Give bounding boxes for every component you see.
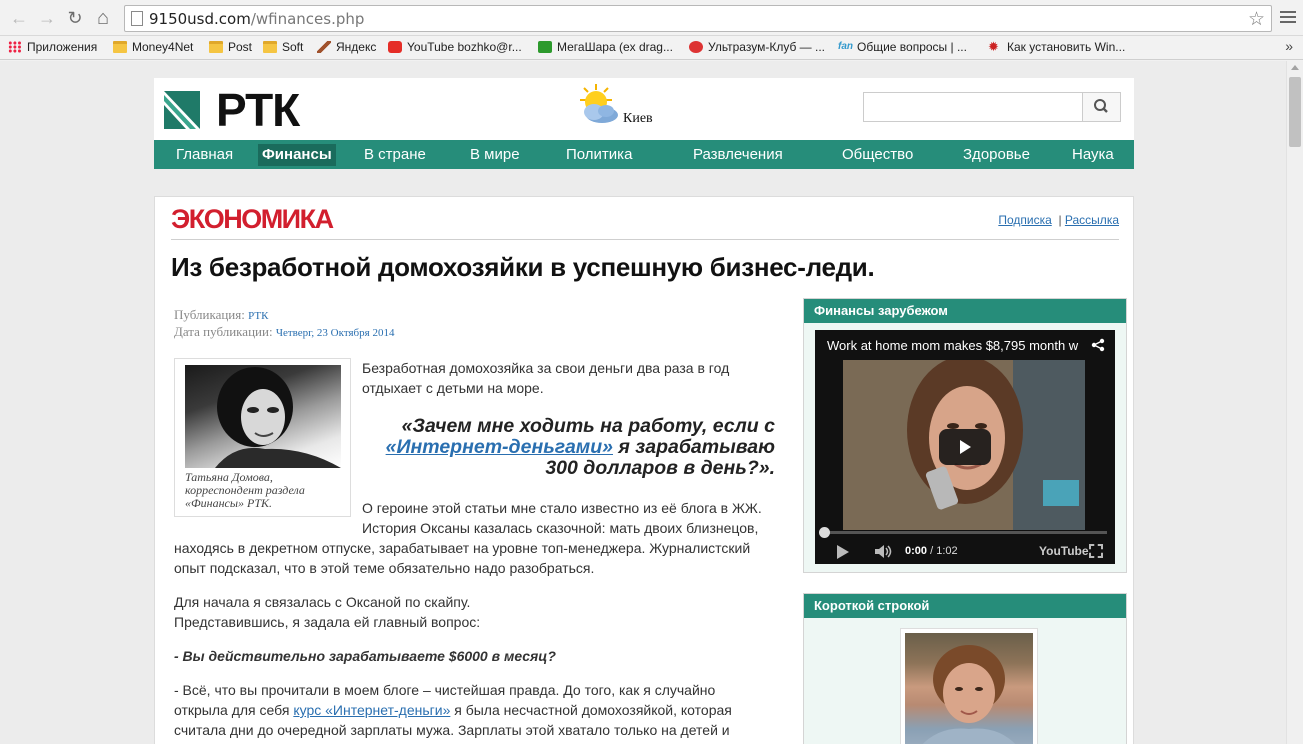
bookmark-install-windows[interactable]: ✹ Как установить Win... (988, 40, 1125, 54)
logo-mark-icon (164, 91, 200, 129)
widget-short-news: Короткой строкой (803, 593, 1127, 744)
ultrazoom-icon (689, 41, 703, 53)
weather-sun-cloud-icon (580, 84, 618, 123)
nav-item-home[interactable]: Главная (172, 144, 237, 166)
nav-item-finance[interactable]: Финансы (258, 144, 336, 166)
article-paragraph-2: Для начала я связалась с Оксаной по скай… (174, 594, 481, 630)
section-divider (171, 239, 1119, 240)
video-player[interactable]: Work at home mom makes $8,795 month w 0:… (815, 330, 1115, 564)
article-intro: Безработная домохозяйка за свои деньги д… (362, 360, 730, 396)
bookmark-general-questions[interactable]: fan Общие вопросы | ... (838, 40, 967, 54)
bookmark-yandex[interactable]: Яндекс (317, 40, 376, 54)
page-icon (131, 11, 143, 26)
bookmarks-more-icon[interactable]: » (1285, 38, 1293, 54)
nav-item-science[interactable]: Наука (1068, 144, 1118, 166)
widget-short-news-title: Короткой строкой (804, 594, 1126, 618)
article-meta: Публикация: РТК Дата публикации: Четверг… (174, 307, 395, 339)
forward-arrow-icon[interactable]: → (36, 7, 58, 29)
pen-icon (317, 41, 331, 53)
site-search (863, 92, 1121, 122)
address-bar[interactable]: 9150usd.com/wfinances.php ☆ (124, 5, 1272, 32)
article-paragraph-1b: находясь в декретном отпуске, зарабатыва… (174, 540, 751, 576)
browser-toolbar: ← → ↻ ⌂ 9150usd.com/wfinances.php ☆ (0, 0, 1303, 36)
section-title: ЭКОНОМИКА (171, 204, 334, 234)
video-time: 0:00 / 1:02 (905, 545, 958, 557)
logo-text: РТК (216, 84, 300, 136)
site-header: РТК Киев (154, 78, 1134, 140)
page-scrollbar[interactable] (1286, 61, 1303, 744)
bookmark-soft[interactable]: Soft (263, 40, 303, 54)
bookmark-money4net[interactable]: Money4Net (113, 40, 193, 54)
gear-icon: ✹ (988, 39, 999, 54)
article-headline: Из безработной домохозяйки в успешную би… (171, 252, 875, 282)
video-controls: 0:00 / 1:02 YouTube (815, 538, 1115, 564)
nav-item-health[interactable]: Здоровье (959, 144, 1034, 166)
bookmark-ultrazoom[interactable]: Ультразум-Клуб — ... (689, 40, 825, 54)
bookmark-apps[interactable]: Приложения (8, 40, 97, 54)
back-arrow-icon[interactable]: ← (8, 7, 30, 29)
fullscreen-icon[interactable] (1089, 544, 1103, 558)
home-icon[interactable]: ⌂ (92, 7, 114, 29)
nav-item-society[interactable]: Общество (838, 144, 917, 166)
youtube-logo-icon[interactable]: YouTube (1039, 544, 1089, 558)
menu-icon[interactable] (1280, 8, 1296, 26)
bookmark-youtube[interactable]: YouTube bozhko@r... (388, 40, 522, 54)
subscribe-link[interactable]: Подписка (998, 213, 1051, 227)
site-logo[interactable]: РТК (164, 84, 300, 136)
video-title[interactable]: Work at home mom makes $8,795 month w (827, 338, 1078, 353)
play-button[interactable] (939, 429, 991, 465)
main-nav: Главная Финансы В стране В мире Политика… (154, 140, 1134, 169)
internet-money-course-link[interactable]: курс «Интернет-деньги» (293, 702, 450, 718)
section-links: Подписка | Рассылка (998, 213, 1119, 227)
author-photo (185, 365, 341, 468)
nav-item-politics[interactable]: Политика (562, 144, 636, 166)
bookmark-post[interactable]: Post (209, 40, 252, 54)
bookmarks-bar: Приложения Money4Net Post Soft Яндекс Yo… (0, 36, 1303, 60)
internet-money-quote-link[interactable]: «Интернет-деньгами» (386, 436, 613, 458)
weather-city: Киев (623, 111, 653, 126)
reload-icon[interactable]: ↻ (64, 7, 86, 29)
megashara-icon (538, 41, 552, 53)
publisher-link[interactable]: РТК (248, 310, 268, 322)
author-caption: Татьяна Домова, корреспондент раздела «Ф… (185, 470, 305, 510)
widget-finance-abroad: Финансы зарубежом Work at home mom makes… (803, 298, 1127, 573)
control-play-icon[interactable] (837, 545, 849, 559)
article-question: - Вы действительно зарабатываете $6000 в… (174, 648, 556, 664)
article-paragraph-1a: О героине этой статьи мне стало известно… (362, 500, 762, 536)
article-paragraph-3: - Всё, что вы прочитали в моем блоге – ч… (174, 682, 732, 738)
short-news-photo[interactable] (900, 628, 1038, 744)
search-icon (1094, 99, 1108, 113)
url-text: 9150usd.com/wfinances.php (149, 10, 365, 28)
bookmark-star-icon[interactable]: ☆ (1248, 8, 1265, 31)
folder-icon (263, 41, 277, 53)
article-quote: «Зачем мне ходить на работу, если с «Инт… (385, 415, 775, 479)
mailing-link[interactable]: Рассылка (1065, 213, 1119, 227)
site-search-button[interactable] (1082, 93, 1120, 121)
nav-item-entertainment[interactable]: Развлечения (689, 144, 787, 166)
volume-icon[interactable] (875, 545, 893, 558)
article-container: ЭКОНОМИКА Подписка | Рассылка Из безрабо… (154, 196, 1134, 744)
video-progress-bar[interactable] (819, 527, 1107, 538)
folder-icon (113, 41, 127, 53)
scroll-up-arrow-icon[interactable] (1291, 65, 1299, 70)
apps-icon (8, 41, 22, 53)
play-icon (960, 440, 971, 454)
bookmark-megashara[interactable]: МегаШара (ex drag... (538, 40, 673, 54)
widget-finance-abroad-title: Финансы зарубежом (804, 299, 1126, 323)
author-photo-box: Татьяна Домова, корреспондент раздела «Ф… (174, 358, 351, 517)
share-icon[interactable] (1091, 338, 1105, 355)
youtube-icon (388, 41, 402, 53)
video-progress-knob[interactable] (819, 527, 830, 538)
fan-icon: fan (838, 41, 853, 52)
nav-item-world[interactable]: В мире (466, 144, 524, 166)
scroll-thumb[interactable] (1289, 77, 1301, 147)
site-search-input[interactable] (868, 97, 1078, 117)
folder-icon (209, 41, 223, 53)
nav-item-country[interactable]: В стране (360, 144, 430, 166)
publish-date: Четверг, 23 Октября 2014 (275, 327, 395, 339)
